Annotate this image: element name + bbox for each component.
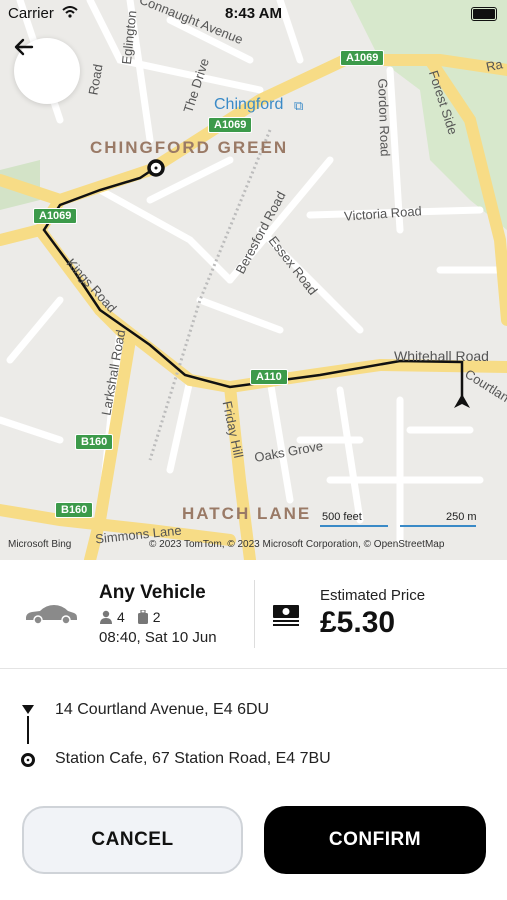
street-label: Gordon Road [375, 78, 393, 157]
station-label: Chingford [214, 96, 284, 113]
map-provider: Microsoft Bing [8, 539, 72, 550]
divider [0, 668, 507, 669]
price-value: £5.30 [320, 606, 396, 639]
luggage-icon [137, 610, 148, 624]
dropoff-address: Station Cafe, 67 Station Road, E4 7BU [55, 750, 331, 767]
confirm-button[interactable]: CONFIRM [264, 806, 486, 874]
status-bar: Carrier 8:43 AM [0, 0, 507, 28]
pickup-address: 14 Courtland Avenue, E4 6DU [55, 701, 270, 718]
rail-icon: ⧉ [294, 98, 304, 113]
road-shield: A110 [250, 369, 288, 385]
road-shield: A1069 [33, 208, 78, 224]
battery-icon [471, 7, 497, 21]
dropoff-marker-icon [21, 753, 35, 767]
price-label: Estimated Price [320, 587, 426, 604]
passenger-count: 4 [117, 609, 125, 625]
scale-metric: 250 m [446, 511, 477, 523]
scale-bar [400, 525, 476, 527]
cash-icon [273, 605, 299, 626]
vehicle-name: Any Vehicle [99, 582, 206, 603]
street-label: Whitehall Road [394, 348, 489, 364]
status-time: 8:43 AM [225, 5, 282, 22]
route-connector [27, 716, 29, 744]
route-map[interactable]: Carrier 8:43 AM Connaught Avenue Eglingt… [0, 0, 507, 560]
luggage-count: 2 [152, 609, 161, 625]
cancel-button[interactable]: CANCEL [22, 806, 243, 874]
road-shield: B160 [55, 502, 94, 518]
passenger-icon [100, 610, 112, 624]
car-icon [26, 605, 77, 625]
arrow-left-icon [14, 38, 34, 56]
road-shield: A1069 [340, 50, 385, 66]
road-shield: A1069 [208, 117, 253, 133]
scale-imperial: 500 feet [322, 511, 362, 523]
pickup-marker-icon [22, 705, 34, 714]
back-button[interactable] [14, 38, 80, 104]
divider [254, 580, 255, 648]
vehicle-capacity: 4 2 [99, 609, 161, 625]
area-label: HATCH LANE [182, 504, 312, 523]
road-shield: B160 [75, 434, 114, 450]
map-attribution: © 2023 TomTom, © 2023 Microsoft Corporat… [149, 539, 445, 550]
scale-bar [320, 525, 388, 527]
pickup-datetime: 08:40, Sat 10 Jun [99, 629, 217, 646]
area-label: CHINGFORD GREEN [90, 138, 289, 157]
